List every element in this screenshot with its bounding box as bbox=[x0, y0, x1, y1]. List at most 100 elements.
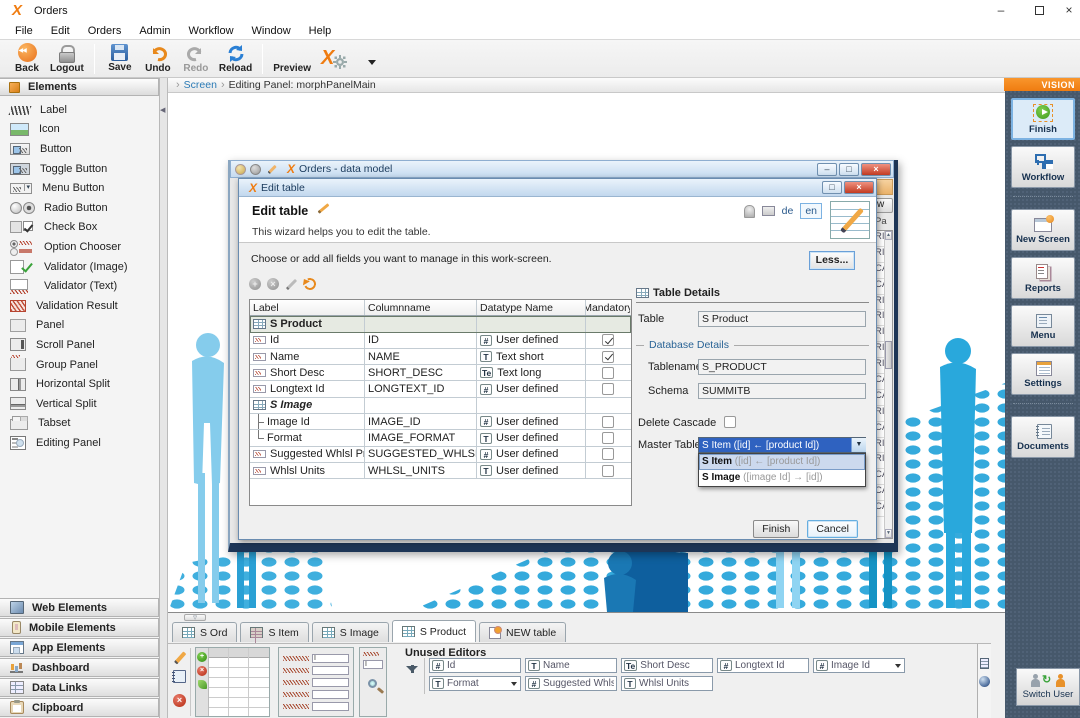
scroll-down-icon[interactable]: ▼ bbox=[885, 529, 892, 538]
menu-admin[interactable]: Admin bbox=[130, 23, 179, 39]
tab-s-ord[interactable]: S Ord bbox=[172, 622, 237, 642]
table-widget[interactable]: + × bbox=[195, 647, 270, 717]
maximize-button[interactable] bbox=[1022, 0, 1056, 22]
palette-item-validation-result[interactable]: Validation Result bbox=[0, 296, 158, 316]
palette-item-check-box[interactable]: Check Box bbox=[0, 218, 158, 238]
remove-field-icon[interactable] bbox=[267, 278, 279, 290]
palette-item-vertical-split[interactable]: Vertical Split bbox=[0, 394, 158, 414]
menu-workflow[interactable]: Workflow bbox=[180, 23, 243, 39]
palette-item-button[interactable]: Button bbox=[0, 139, 158, 159]
mandatory-checkbox[interactable] bbox=[602, 334, 614, 346]
sidebar-button-menu[interactable]: Menu bbox=[1011, 305, 1075, 347]
palette-item-icon[interactable]: Icon bbox=[0, 120, 158, 140]
accordion-app-elements[interactable]: App Elements bbox=[0, 638, 159, 657]
mini-remove-icon[interactable] bbox=[250, 164, 261, 175]
palette-item-toggle-button[interactable]: Toggle Button bbox=[0, 159, 158, 179]
tab-s-product[interactable]: S Product bbox=[392, 620, 476, 642]
mini-add-icon[interactable] bbox=[235, 164, 246, 175]
toolbar-preview[interactable]: Preview bbox=[269, 41, 315, 77]
menu-orders[interactable]: Orders bbox=[79, 23, 131, 39]
dropdown-option-s-image[interactable]: S Image ([image Id] → [id]) bbox=[699, 470, 865, 486]
mandatory-checkbox[interactable] bbox=[602, 465, 614, 477]
sidebar-button-new-screen[interactable]: New Screen bbox=[1011, 209, 1075, 251]
elements-panel-header[interactable]: Elements bbox=[0, 78, 159, 96]
tab-s-item[interactable]: S Item bbox=[240, 622, 308, 642]
stamp-icon[interactable] bbox=[744, 205, 755, 218]
accordion-mobile-elements[interactable]: Mobile Elements bbox=[0, 618, 159, 637]
menu-edit[interactable]: Edit bbox=[42, 23, 79, 39]
accordion-dashboard[interactable]: Dashboard bbox=[0, 658, 159, 677]
side-list-scrollbar[interactable]: ▲ ▼ bbox=[884, 231, 892, 538]
table-row-name[interactable]: NameNAMETText short bbox=[250, 349, 631, 365]
cancel-button[interactable]: Cancel bbox=[807, 520, 858, 538]
mandatory-checkbox[interactable] bbox=[602, 351, 614, 363]
form-widget[interactable]: I bbox=[278, 647, 354, 717]
dialog-maximize-button[interactable]: □ bbox=[839, 163, 859, 176]
mandatory-checkbox[interactable] bbox=[602, 448, 614, 460]
menu-file[interactable]: File bbox=[6, 23, 42, 39]
combo-arrow-icon[interactable]: ▼ bbox=[851, 438, 866, 452]
palette-item-panel[interactable]: Panel bbox=[0, 316, 158, 336]
table-value-field[interactable]: S Product bbox=[698, 311, 866, 327]
menu-help[interactable]: Help bbox=[300, 23, 341, 39]
collapse-bottom-icon[interactable]: ▽ bbox=[184, 614, 206, 621]
table-row-longtext-id[interactable]: Longtext IdLONGTEXT_ID#User defined bbox=[250, 381, 631, 397]
accordion-clipboard[interactable]: Clipboard bbox=[0, 698, 159, 717]
dialog-close-button[interactable]: × bbox=[861, 163, 891, 176]
language-de-button[interactable]: de bbox=[782, 205, 794, 217]
collapse-left-icon[interactable]: ◀ bbox=[160, 106, 165, 114]
tablename-field[interactable]: S_PRODUCT bbox=[698, 359, 866, 375]
edit-table-titlebar[interactable]: X Edit table □ × bbox=[239, 179, 876, 197]
editor-chip-whlsl-units[interactable]: TWhlsl Units bbox=[621, 676, 713, 691]
palette-item-option-chooser[interactable]: Option Chooser bbox=[0, 237, 158, 257]
filter-funnel-icon[interactable] bbox=[406, 666, 418, 672]
table-row-short-desc[interactable]: Short DescSHORT_DESCTeText long bbox=[250, 365, 631, 381]
table-row-id[interactable]: IdID#User defined bbox=[250, 333, 631, 349]
mandatory-checkbox[interactable] bbox=[602, 432, 614, 444]
table-row-suggested-whlsl-price[interactable]: Suggested Whlsl PriceSUGGESTED_WHLSL_PRI… bbox=[250, 447, 631, 463]
edit-dialog-maximize-button[interactable]: □ bbox=[822, 181, 842, 194]
mini-edit-icon[interactable] bbox=[268, 165, 277, 174]
refresh-icon[interactable] bbox=[302, 276, 317, 291]
editor-chip-image-id[interactable]: #Image Id bbox=[813, 658, 905, 673]
data-model-titlebar[interactable]: X Orders - data model – □ × bbox=[230, 160, 894, 178]
toolbar-redo[interactable]: Redo bbox=[177, 41, 215, 77]
editor-chip-id[interactable]: #Id bbox=[429, 658, 521, 673]
palette-item-validator-text[interactable]: Validator (Text) bbox=[0, 276, 158, 296]
grid-mini-icon[interactable] bbox=[980, 658, 989, 669]
palette-item-radio-button[interactable]: Radio Button bbox=[0, 198, 158, 218]
editor-chip-format[interactable]: TFormat bbox=[429, 676, 521, 691]
mandatory-checkbox[interactable] bbox=[602, 416, 614, 428]
toolbar-logout[interactable]: Logout bbox=[46, 41, 88, 77]
sidebar-button-workflow[interactable]: Workflow bbox=[1011, 146, 1075, 188]
palette-item-horizontal-split[interactable]: Horizontal Split bbox=[0, 374, 158, 394]
palette-item-validator-image[interactable]: Validator (Image) bbox=[0, 257, 158, 277]
palette-item-editing-panel[interactable]: Editing Panel bbox=[0, 433, 158, 453]
delete-icon[interactable]: × bbox=[173, 694, 186, 707]
tab-s-image[interactable]: S Image bbox=[312, 622, 389, 642]
sidebar-button-finish[interactable]: Finish bbox=[1011, 98, 1075, 140]
notebook-icon[interactable] bbox=[173, 670, 186, 683]
editor-chip-suggested-whlsl[interactable]: #Suggested Whlsl... bbox=[525, 676, 617, 691]
scroll-up-icon[interactable]: ▲ bbox=[885, 231, 892, 240]
close-button[interactable]: × bbox=[1052, 0, 1080, 22]
add-field-icon[interactable] bbox=[249, 278, 261, 290]
palette-item-group-panel[interactable]: Group Panel bbox=[0, 355, 158, 375]
table-row-s-image[interactable]: S Image bbox=[250, 398, 631, 414]
sidebar-button-reports[interactable]: Reports bbox=[1011, 257, 1075, 299]
dialog-minimize-button[interactable]: – bbox=[817, 163, 837, 176]
master-table-combobox[interactable]: S Item ([id] ← [product Id]) bbox=[698, 437, 866, 453]
table-row-whlsl-units[interactable]: Whlsl UnitsWHLSL_UNITSTUser defined bbox=[250, 463, 631, 479]
switch-user-button[interactable]: ↻ Switch User bbox=[1016, 668, 1080, 706]
table-row-format[interactable]: FormatIMAGE_FORMATTUser defined bbox=[250, 430, 631, 446]
toolbar-reload[interactable]: Reload bbox=[215, 41, 256, 77]
table-small-icon[interactable] bbox=[762, 206, 775, 216]
sidebar-button-documents[interactable]: Documents bbox=[1011, 416, 1075, 458]
left-splitter[interactable]: ◀ bbox=[160, 78, 168, 718]
scroll-thumb[interactable] bbox=[885, 341, 892, 369]
editor-chip-short-desc[interactable]: TeShort Desc bbox=[621, 658, 713, 673]
edit-pencil-icon[interactable] bbox=[174, 651, 186, 664]
edit-dialog-close-button[interactable]: × bbox=[844, 181, 874, 194]
accordion-web-elements[interactable]: Web Elements bbox=[0, 598, 159, 617]
breadcrumb-screen-link[interactable]: Screen bbox=[184, 79, 217, 91]
